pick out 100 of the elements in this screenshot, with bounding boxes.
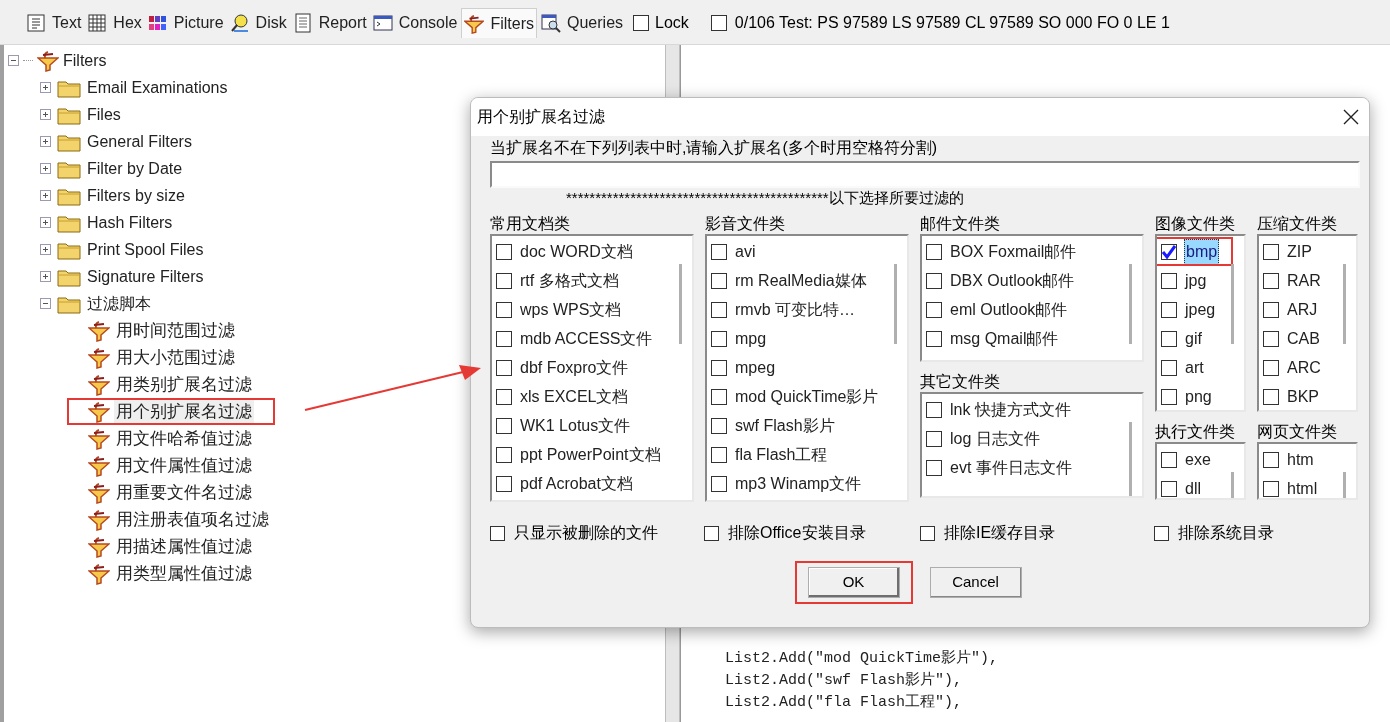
checkbox[interactable] <box>1154 525 1169 541</box>
list-item[interactable]: art <box>1184 355 1205 380</box>
list-item[interactable]: mp3 Winamp文件 <box>734 471 863 496</box>
tree-item[interactable]: Print Spool Files <box>87 237 204 262</box>
tree-item[interactable]: General Filters <box>87 129 192 154</box>
checkbox[interactable] <box>490 525 505 541</box>
checkbox[interactable] <box>1263 243 1279 260</box>
dialog-button[interactable]: OK <box>807 567 900 598</box>
expand-icon[interactable] <box>40 82 51 93</box>
tab[interactable]: Console <box>370 8 460 38</box>
expand-icon[interactable] <box>40 217 51 228</box>
dialog-button[interactable]: Cancel <box>929 567 1022 598</box>
checkbox[interactable] <box>1263 359 1279 376</box>
list-item[interactable]: fla Flash工程 <box>734 442 829 467</box>
checkbox[interactable] <box>926 330 942 347</box>
list-item[interactable]: BKP <box>1286 384 1320 409</box>
tree-item[interactable]: 用文件哈希值过滤 <box>114 425 254 452</box>
checkbox[interactable] <box>711 243 727 260</box>
list-item[interactable]: rmvb 可变比特… <box>734 297 856 322</box>
tree-item[interactable]: 用描述属性值过滤 <box>114 533 254 560</box>
list-item[interactable]: evt 事件日志文件 <box>949 455 1073 480</box>
tree-item[interactable]: 过滤脚本 <box>87 291 151 316</box>
list-item[interactable]: lnk 快捷方式文件 <box>949 397 1072 422</box>
tree-item[interactable]: Files <box>87 102 121 127</box>
list-item[interactable]: mod QuickTime影片 <box>734 384 880 409</box>
checkbox[interactable] <box>1161 330 1177 347</box>
option-checkbox[interactable]: 排除IE缓存目录 <box>920 521 1154 545</box>
expand-icon[interactable] <box>40 163 51 174</box>
checkbox[interactable] <box>926 243 942 260</box>
expand-icon[interactable] <box>40 109 51 120</box>
expand-icon[interactable] <box>40 190 51 201</box>
checkbox[interactable] <box>1161 272 1177 289</box>
checkbox[interactable] <box>926 459 942 476</box>
checkbox[interactable] <box>496 417 512 434</box>
checkbox[interactable] <box>711 301 727 318</box>
checkbox[interactable] <box>1263 330 1279 347</box>
list-item[interactable]: exe <box>1184 447 1212 472</box>
tree-item[interactable]: 用注册表值项名过滤 <box>114 506 271 533</box>
tab[interactable]: Filters <box>461 8 537 38</box>
tab[interactable]: Disk <box>227 8 289 38</box>
tree-item[interactable]: 用类别扩展名过滤 <box>114 371 254 398</box>
checkbox[interactable] <box>496 388 512 405</box>
tree-item[interactable]: Signature Filters <box>87 264 204 289</box>
checkbox[interactable] <box>633 15 650 31</box>
list-item[interactable]: pdf Acrobat文档 <box>519 471 634 496</box>
list-item[interactable]: CAB <box>1286 326 1321 351</box>
checkbox[interactable] <box>1161 359 1177 376</box>
checkbox[interactable] <box>496 446 512 463</box>
checkbox[interactable] <box>1263 301 1279 318</box>
tree-item[interactable]: Filter by Date <box>87 156 183 181</box>
list-item[interactable]: dll <box>1184 476 1202 498</box>
list-item[interactable]: swf Flash影片 <box>734 413 836 438</box>
list-item[interactable]: avi <box>734 239 757 264</box>
list-item[interactable]: mpeg <box>734 355 777 380</box>
checkbox[interactable] <box>496 243 512 260</box>
checkbox[interactable] <box>711 417 727 434</box>
list-item[interactable]: mdb ACCESS文件 <box>519 326 654 351</box>
tab[interactable]: Report <box>290 8 369 38</box>
checkbox[interactable] <box>926 430 942 447</box>
tab[interactable]: Picture <box>145 8 226 38</box>
checkbox[interactable] <box>1161 243 1177 260</box>
close-icon[interactable] <box>1343 109 1359 125</box>
expand-icon[interactable] <box>40 136 51 147</box>
collapse-icon[interactable] <box>40 298 51 309</box>
checkbox[interactable] <box>711 446 727 463</box>
option-checkbox[interactable]: 排除Office安装目录 <box>704 521 920 545</box>
checkbox[interactable] <box>704 525 719 541</box>
tree-item[interactable]: 用个别扩展名过滤 <box>114 398 254 425</box>
list-item[interactable]: jpg <box>1184 268 1208 293</box>
checkbox[interactable] <box>1263 272 1279 289</box>
list-item[interactable]: rtf 多格式文档 <box>519 268 620 293</box>
tree-item[interactable]: 用文件属性值过滤 <box>114 452 254 479</box>
list-item[interactable]: DBX Outlook邮件 <box>949 268 1076 293</box>
list-item[interactable]: msg Qmail邮件 <box>949 326 1060 351</box>
checkbox[interactable] <box>496 330 512 347</box>
list-item[interactable]: BOX Foxmail邮件 <box>949 239 1078 264</box>
checkbox[interactable] <box>920 525 935 541</box>
list-item[interactable]: doc WORD文档 <box>519 239 634 264</box>
checkbox[interactable] <box>711 388 727 405</box>
checkbox[interactable] <box>496 272 512 289</box>
checkbox[interactable] <box>711 330 727 347</box>
tree-item[interactable]: Email Examinations <box>87 75 228 100</box>
list-item[interactable]: rm RealMedia媒体 <box>734 268 868 293</box>
tree-item[interactable]: 用大小范围过滤 <box>114 344 237 371</box>
checkbox[interactable] <box>496 359 512 376</box>
option-checkbox[interactable]: 只显示被删除的文件 <box>490 521 704 545</box>
tree-item[interactable]: Filters <box>63 48 107 73</box>
tree-item[interactable]: Hash Filters <box>87 210 173 235</box>
checkbox[interactable] <box>496 301 512 318</box>
tab[interactable]: Queries <box>539 8 626 38</box>
list-item[interactable]: mpg <box>734 326 768 351</box>
checkbox[interactable] <box>711 359 727 376</box>
list-item[interactable]: gif <box>1184 326 1203 351</box>
extension-input[interactable] <box>490 161 1360 188</box>
tree-item[interactable]: 用重要文件名过滤 <box>114 479 254 506</box>
list-item[interactable]: ppt PowerPoint文档 <box>519 442 662 467</box>
list-item[interactable]: png <box>1184 384 1213 409</box>
list-item[interactable]: xls EXCEL文档 <box>519 384 630 409</box>
tree-item[interactable]: Filters by size <box>87 183 185 208</box>
checkbox[interactable] <box>711 475 727 492</box>
